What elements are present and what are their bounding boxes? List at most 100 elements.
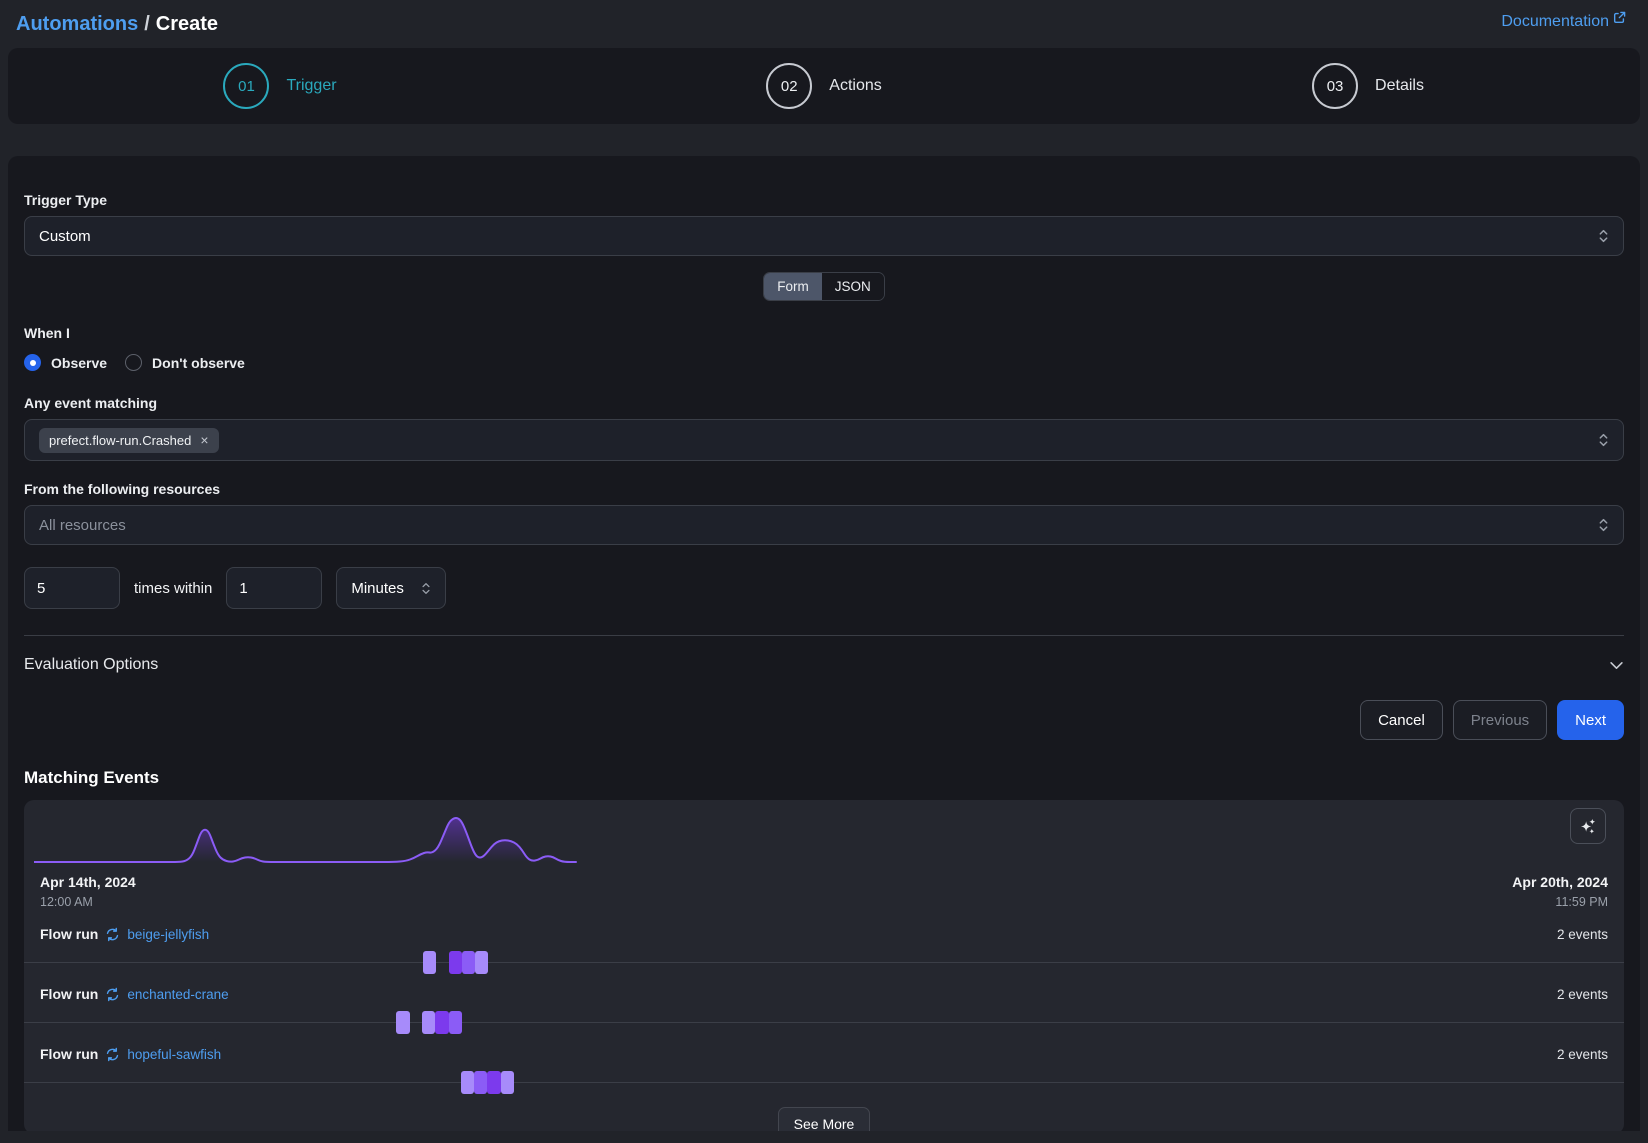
remove-tag-icon[interactable]: × [200,433,208,447]
event-block[interactable] [487,1071,501,1094]
threshold-row: times within Minutes [24,567,1624,609]
flow-run-name-link[interactable]: enchanted-crane [127,987,228,1002]
flow-run-name-link[interactable]: beige-jellyfish [127,927,209,942]
radio-observe-dot [24,354,41,371]
select-chevrons-icon [1598,228,1609,244]
select-chevrons-icon [421,581,431,596]
range-end-date: Apr 20th, 2024 [1512,874,1608,890]
ai-sparkle-button[interactable] [1570,808,1606,844]
timeline-line [24,1082,1624,1083]
see-more-button[interactable]: See More [778,1107,871,1131]
trigger-type-value: Custom [39,228,91,245]
event-block[interactable] [396,1011,410,1034]
event-block[interactable] [422,1011,435,1034]
step-details-number: 03 [1312,63,1358,109]
event-block[interactable] [423,951,436,974]
sparkles-icon [1579,817,1598,836]
select-chevrons-icon [1598,432,1609,448]
flow-run-icon [105,1047,120,1062]
date-range: Apr 14th, 2024 12:00 AM Apr 20th, 2024 1… [40,874,1608,909]
unit-value: Minutes [351,580,404,597]
trigger-form-panel: Trigger Type Custom Form JSON When I Obs… [8,156,1640,1131]
external-link-icon [1613,11,1626,24]
event-block[interactable] [501,1071,514,1094]
breadcrumb-separator: / [138,13,156,35]
event-timeline [24,950,1624,975]
form-json-toggle-row: Form JSON [24,272,1624,301]
trigger-type-select[interactable]: Custom [24,216,1624,256]
event-row-title: Flow run hopeful-sawfish [40,1046,221,1062]
resources-label: From the following resources [24,481,1624,497]
timeline-line [24,1022,1624,1023]
event-block[interactable] [449,1011,462,1034]
event-tag-chip: prefect.flow-run.Crashed × [39,428,219,453]
toggle-option-form[interactable]: Form [764,273,822,300]
event-row-head: Flow run hopeful-sawfish 2 events [40,1035,1608,1070]
event-block[interactable] [462,951,475,974]
event-row-title: Flow run beige-jellyfish [40,926,209,942]
event-row-head: Flow run beige-jellyfish 2 events [40,915,1608,950]
radio-dont-observe-dot [125,354,142,371]
evaluation-options-toggle[interactable]: Evaluation Options [24,656,1624,674]
cancel-button[interactable]: Cancel [1360,700,1443,740]
event-timeline [24,1010,1624,1035]
event-tag-text: prefect.flow-run.Crashed [49,433,191,448]
breadcrumb-automations-link[interactable]: Automations [16,13,138,35]
radio-dont-observe[interactable]: Don't observe [125,354,245,371]
count-input[interactable] [24,567,120,609]
documentation-link-label: Documentation [1501,13,1609,31]
radio-dont-observe-label: Don't observe [152,355,245,371]
step-trigger[interactable]: 01 Trigger [8,63,552,109]
step-actions-label: Actions [829,77,881,95]
documentation-link[interactable]: Documentation [1501,13,1626,31]
when-i-label: When I [24,325,1624,341]
window-input[interactable] [226,567,322,609]
resources-select[interactable]: All resources [24,505,1624,545]
form-json-toggle: Form JSON [763,272,885,301]
chevron-down-icon [1609,661,1624,670]
wizard-stepper: 01 Trigger 02 Actions 03 Details [8,48,1640,124]
timeline-line [24,962,1624,963]
event-matching-select[interactable]: prefect.flow-run.Crashed × [24,419,1624,461]
matching-events-card: Apr 14th, 2024 12:00 AM Apr 20th, 2024 1… [24,800,1624,1131]
event-block[interactable] [475,951,488,974]
select-chevrons-icon [1598,517,1609,533]
page-header: Automations/Create Documentation [0,0,1648,44]
event-block[interactable] [435,1011,449,1034]
event-count: 2 events [1557,1047,1608,1062]
flow-run-label: Flow run [40,986,98,1002]
event-rows: Flow run beige-jellyfish 2 events Flow r… [40,915,1608,1095]
range-start-date: Apr 14th, 2024 [40,874,136,890]
radio-observe[interactable]: Observe [24,354,107,371]
radio-observe-label: Observe [51,355,107,371]
event-row-title: Flow run enchanted-crane [40,986,229,1002]
wizard-actions: Cancel Previous Next [24,700,1624,740]
step-trigger-label: Trigger [286,77,336,95]
event-row-head: Flow run enchanted-crane 2 events [40,975,1608,1010]
step-trigger-number: 01 [223,63,269,109]
previous-button[interactable]: Previous [1453,700,1547,740]
step-actions-number: 02 [766,63,812,109]
event-row: Flow run enchanted-crane 2 events [40,975,1608,1035]
resources-value: All resources [39,517,126,534]
unit-select[interactable]: Minutes [336,567,446,609]
section-divider [24,635,1624,636]
step-actions[interactable]: 02 Actions [552,63,1096,109]
flow-run-label: Flow run [40,926,98,942]
evaluation-options-label: Evaluation Options [24,656,158,674]
next-button[interactable]: Next [1557,700,1624,740]
event-block[interactable] [461,1071,474,1094]
matching-events-title: Matching Events [24,768,1624,788]
event-count: 2 events [1557,987,1608,1002]
event-matching-label: Any event matching [24,395,1624,411]
step-details[interactable]: 03 Details [1096,63,1640,109]
step-details-label: Details [1375,77,1424,95]
flow-run-name-link[interactable]: hopeful-sawfish [127,1047,221,1062]
trigger-type-label: Trigger Type [24,192,1624,208]
range-start-time: 12:00 AM [40,895,136,909]
event-block[interactable] [449,951,462,974]
toggle-option-json[interactable]: JSON [822,273,884,300]
event-block[interactable] [474,1071,487,1094]
event-timeline [24,1070,1624,1095]
event-count: 2 events [1557,927,1608,942]
